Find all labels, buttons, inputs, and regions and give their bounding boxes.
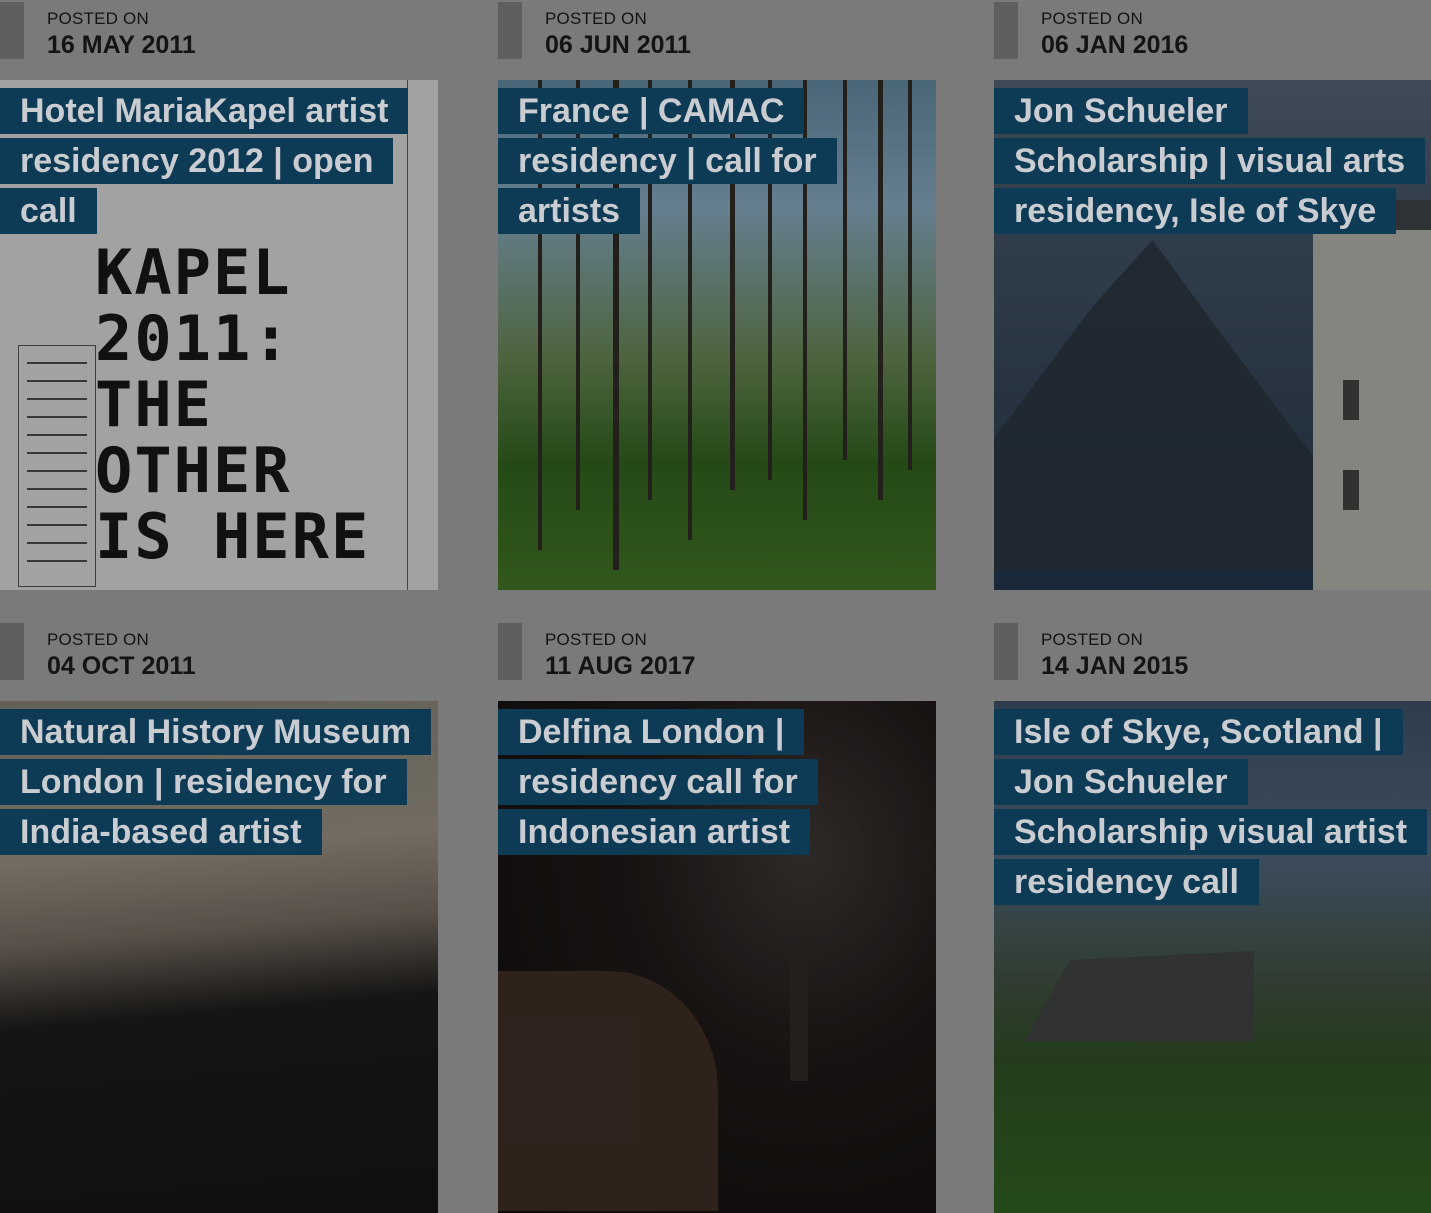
post-thumbnail[interactable]: France | CAMAC residency | call for arti… — [498, 80, 936, 590]
post-card[interactable]: POSTED ON 04 OCT 2011 Natural History Mu… — [0, 621, 438, 1213]
post-card[interactable]: POSTED ON 16 MAY 2011 KAPEL 2011: THE OT… — [0, 0, 438, 590]
post-card[interactable]: POSTED ON 11 AUG 2017 Delfina London | r… — [498, 621, 936, 1213]
post-title-text[interactable]: Hotel MariaKapel artist residency 2012 |… — [0, 88, 409, 234]
post-date: 14 JAN 2015 — [1041, 652, 1189, 680]
post-card[interactable]: POSTED ON 14 JAN 2015 Isle of Skye, Scot… — [994, 621, 1431, 1213]
meta-accent-bar — [994, 2, 1018, 59]
post-date: 11 AUG 2017 — [545, 652, 696, 680]
post-meta: POSTED ON 06 JUN 2011 — [498, 0, 936, 80]
post-date: 16 MAY 2011 — [47, 31, 196, 59]
meta-accent-bar — [994, 623, 1018, 680]
post-date: 04 OCT 2011 — [47, 652, 196, 680]
post-title[interactable]: France | CAMAC residency | call for arti… — [498, 86, 918, 236]
post-thumbnail[interactable]: Isle of Skye, Scotland | Jon Schueler Sc… — [994, 701, 1431, 1213]
post-card[interactable]: POSTED ON 06 JAN 2016 Jon Schueler Schol… — [994, 0, 1431, 590]
posted-on-label: POSTED ON — [545, 9, 647, 28]
posted-on-label: POSTED ON — [47, 630, 149, 649]
post-meta: POSTED ON 16 MAY 2011 — [0, 0, 438, 80]
post-title-text[interactable]: France | CAMAC residency | call for arti… — [498, 88, 837, 234]
post-title[interactable]: Jon Schueler Scholarship | visual arts r… — [994, 86, 1426, 236]
post-meta: POSTED ON 14 JAN 2015 — [994, 621, 1431, 701]
posted-on-label: POSTED ON — [47, 9, 149, 28]
meta-accent-bar — [498, 2, 522, 59]
post-thumbnail[interactable]: Delfina London | residency call for Indo… — [498, 701, 936, 1213]
post-date: 06 JAN 2016 — [1041, 31, 1189, 59]
post-grid: POSTED ON 16 MAY 2011 KAPEL 2011: THE OT… — [0, 0, 1431, 1213]
post-title[interactable]: Isle of Skye, Scotland | Jon Schueler Sc… — [994, 707, 1428, 907]
posted-on-label: POSTED ON — [1041, 630, 1143, 649]
post-title[interactable]: Hotel MariaKapel artist residency 2012 |… — [0, 86, 420, 236]
post-date: 06 JUN 2011 — [545, 31, 691, 59]
post-title[interactable]: Natural History Museum London | residenc… — [0, 707, 432, 857]
meta-accent-bar — [0, 623, 24, 680]
post-title-text[interactable]: Natural History Museum London | residenc… — [0, 709, 432, 855]
post-title-text[interactable]: Isle of Skye, Scotland | Jon Schueler Sc… — [994, 709, 1428, 905]
post-meta: POSTED ON 11 AUG 2017 — [498, 621, 936, 701]
meta-accent-bar — [498, 623, 522, 680]
post-title[interactable]: Delfina London | residency call for Indo… — [498, 707, 918, 857]
post-thumbnail[interactable]: KAPEL 2011: THE OTHER IS HERE Hotel Mari… — [0, 80, 438, 590]
post-thumbnail[interactable]: Jon Schueler Scholarship | visual arts r… — [994, 80, 1431, 590]
post-title-text[interactable]: Delfina London | residency call for Indo… — [498, 709, 818, 855]
meta-accent-bar — [0, 2, 24, 59]
post-meta: POSTED ON 04 OCT 2011 — [0, 621, 438, 701]
post-card[interactable]: POSTED ON 06 JUN 2011 France | CAMAC res… — [498, 0, 936, 590]
post-thumbnail[interactable]: Natural History Museum London | residenc… — [0, 701, 438, 1213]
post-title-text[interactable]: Jon Schueler Scholarship | visual arts r… — [994, 88, 1426, 234]
posted-on-label: POSTED ON — [545, 630, 647, 649]
posted-on-label: POSTED ON — [1041, 9, 1143, 28]
post-meta: POSTED ON 06 JAN 2016 — [994, 0, 1431, 80]
